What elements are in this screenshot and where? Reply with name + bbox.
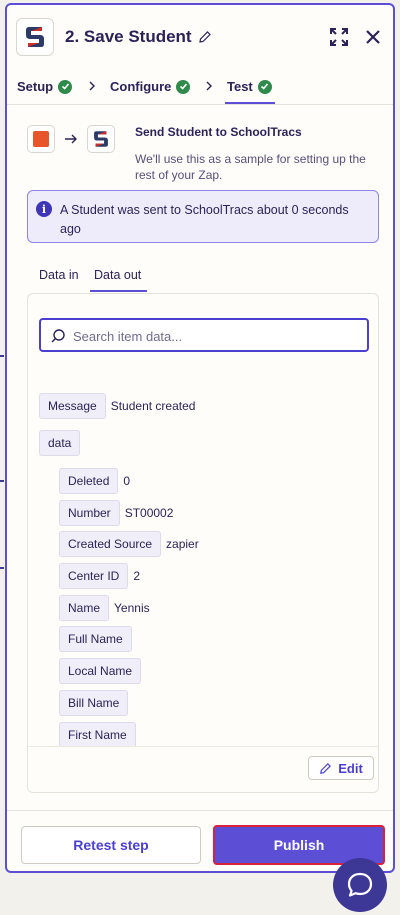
source-app-icon (27, 125, 55, 153)
tab-setup-label: Setup (17, 79, 54, 94)
info-banner: i A Student was sent to SchoolTracs abou… (27, 190, 379, 243)
active-tab-indicator (225, 102, 275, 104)
tab-data-in[interactable]: Data in (39, 268, 79, 282)
step-tabs: Setup Configure Test (7, 67, 393, 105)
background-mark (0, 480, 4, 482)
field-value: 0 (123, 474, 131, 488)
chat-bubble-icon (347, 872, 373, 897)
expand-icon[interactable] (329, 27, 349, 47)
field-key[interactable]: Deleted (59, 468, 119, 494)
field-key[interactable]: Full Name (59, 626, 132, 652)
field-value: Student created (110, 399, 196, 413)
edit-button[interactable]: Edit (308, 756, 374, 780)
field-row: data (39, 430, 81, 456)
field-row: Center ID 2 (59, 563, 140, 589)
close-icon[interactable] (363, 27, 383, 47)
check-circle-icon (257, 79, 272, 94)
background-mark (0, 567, 4, 569)
field-key[interactable]: data (39, 430, 81, 456)
background-mark (0, 355, 4, 357)
tab-test-label: Test (227, 79, 253, 94)
field-key[interactable]: Number (59, 500, 120, 526)
edit-label: Edit (338, 760, 363, 776)
field-row: Bill Name (59, 690, 129, 716)
field-row: Message Student created (39, 393, 195, 419)
field-value: Yennis (114, 601, 150, 615)
pencil-icon (320, 762, 332, 774)
info-text: A Student was sent to SchoolTracs about … (60, 203, 349, 236)
tab-test[interactable]: Test (227, 79, 272, 94)
field-row: Number ST00002 (59, 500, 173, 526)
chevron-right-icon (89, 81, 95, 91)
field-key[interactable]: Created Source (59, 531, 162, 557)
field-key[interactable]: Center ID (59, 563, 129, 589)
step-editor-panel: 2. Save Student Setup Configure Test Sen… (5, 3, 395, 873)
tab-configure-label: Configure (110, 79, 172, 94)
field-row: Full Name (59, 626, 132, 652)
tab-configure[interactable]: Configure (110, 79, 191, 94)
tab-data-out[interactable]: Data out (94, 268, 141, 282)
schooltracs-logo-icon (16, 18, 54, 56)
chevron-right-icon (206, 81, 212, 91)
data-out-panel: Message Student created data Deleted 0 N… (27, 293, 379, 793)
check-circle-icon (176, 79, 191, 94)
field-value: ST00002 (124, 506, 174, 520)
field-row: Created Source zapier (59, 531, 199, 557)
data-tabs: Data in Data out (27, 263, 379, 293)
field-row: Deleted 0 (59, 468, 130, 494)
field-key[interactable]: Bill Name (59, 690, 129, 716)
pencil-icon[interactable] (198, 30, 212, 44)
retest-step-button[interactable]: Retest step (21, 826, 201, 864)
panel-header: 2. Save Student (7, 5, 393, 67)
field-row: Local Name (59, 658, 142, 684)
action-title: Send Student to SchoolTracs (135, 125, 302, 139)
chat-support-button[interactable] (333, 858, 387, 912)
tab-setup[interactable]: Setup (17, 79, 73, 94)
step-title[interactable]: 2. Save Student (65, 27, 212, 47)
info-icon: i (36, 201, 52, 217)
search-icon (51, 329, 65, 343)
panel-footer: Retest step Publish (7, 810, 393, 871)
field-value: zapier (166, 537, 199, 551)
check-circle-icon (58, 79, 73, 94)
arrow-right-icon (65, 134, 77, 144)
field-key[interactable]: Message (39, 393, 106, 419)
field-key[interactable]: First Name (59, 722, 136, 748)
field-key[interactable]: Local Name (59, 658, 142, 684)
action-subtitle: We'll use this as a sample for setting u… (135, 152, 366, 182)
field-row: First Name (59, 722, 136, 748)
search-box (39, 318, 369, 352)
search-input[interactable] (73, 325, 358, 347)
schooltracs-logo-icon (87, 125, 115, 153)
field-key[interactable]: Name (59, 595, 110, 621)
active-data-tab-indicator (90, 290, 147, 292)
field-value: 2 (133, 569, 141, 583)
field-row: Name Yennis (59, 595, 150, 621)
step-title-text: 2. Save Student (65, 27, 192, 46)
